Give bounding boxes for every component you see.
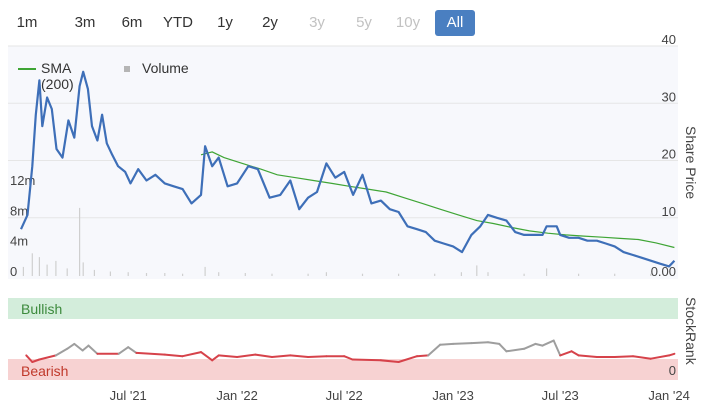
sma-legend-label[interactable]: SMA (200) <box>41 60 74 92</box>
stockrank-segment <box>452 342 473 345</box>
bearish-band <box>8 359 678 380</box>
volume-bar <box>578 273 580 276</box>
volume-legend-swatch <box>124 66 130 72</box>
price-plot-area <box>8 46 678 279</box>
volume-bar <box>22 266 24 276</box>
bullish-label: Bullish <box>21 301 62 317</box>
volume-bar <box>204 266 206 276</box>
volume-bar <box>55 260 57 276</box>
volume-bar <box>38 257 40 276</box>
price-tick-label: 10 <box>662 204 676 219</box>
volume-tick-label: 4m <box>10 234 28 249</box>
sma-legend-swatch <box>18 68 36 70</box>
volume-bar <box>523 273 525 276</box>
volume-bar <box>434 273 436 276</box>
stockrank-segment <box>613 355 634 358</box>
volume-legend-label[interactable]: Volume <box>142 60 189 76</box>
price-tick-label: 40 <box>662 32 676 47</box>
volume-bar <box>476 265 478 276</box>
volume-bar <box>325 272 327 276</box>
stockrank-segment <box>351 358 382 362</box>
volume-bar <box>487 272 489 276</box>
time-axis-label: Jul '21 <box>110 388 147 403</box>
volume-bar <box>79 207 81 276</box>
price-tick-label: 0.00 <box>651 264 676 279</box>
bearish-label: Bearish <box>21 363 68 379</box>
time-axis-label: Jan '23 <box>432 388 474 403</box>
volume-bar <box>66 268 68 276</box>
stockrank-segment <box>470 341 489 345</box>
bullish-band <box>8 298 678 319</box>
volume-bar <box>109 271 111 276</box>
time-axis-label: Jul '23 <box>542 388 579 403</box>
share-price-axis-title: Share Price <box>683 126 699 199</box>
stockrank-axis-title: StockRank <box>683 297 699 366</box>
stockrank-zero-tick: 0 <box>669 363 676 378</box>
volume-tick-label: 0 <box>10 264 17 279</box>
time-axis: Jul '21 Jan '22 Jul '22 Jan '23 Jul '23 Jan '… <box>110 388 690 403</box>
volume-tick-label: 8m <box>10 203 28 218</box>
time-axis-label: Jul '22 <box>326 388 363 403</box>
volume-bar <box>31 253 33 276</box>
volume-bar <box>546 268 548 276</box>
volume-bar <box>398 273 400 276</box>
price-chart: 04m8m12m 0.0010203040 Share Price Bullis… <box>8 32 699 403</box>
volume-bar <box>127 272 129 276</box>
volume-bar <box>82 262 84 276</box>
volume-bar <box>361 273 364 276</box>
volume-bar <box>271 273 273 276</box>
price-tick-label: 30 <box>662 89 676 104</box>
volume-bar <box>614 273 616 276</box>
stockrank-segment <box>307 355 328 358</box>
volume-bar <box>145 273 148 276</box>
volume-bar <box>307 273 309 276</box>
volume-bar <box>460 272 462 276</box>
volume-bar <box>164 273 166 276</box>
volume-bar <box>93 269 95 276</box>
volume-bar <box>182 273 184 276</box>
volume-bar <box>218 272 220 276</box>
price-tick-label: 20 <box>662 147 676 162</box>
stockrank-segment <box>416 354 430 358</box>
volume-bar <box>244 273 246 276</box>
time-axis-label: Jan '22 <box>216 388 258 403</box>
stockrank-segment <box>439 342 455 346</box>
volume-bar <box>46 264 48 276</box>
time-axis-label: Jan '24 <box>648 388 690 403</box>
